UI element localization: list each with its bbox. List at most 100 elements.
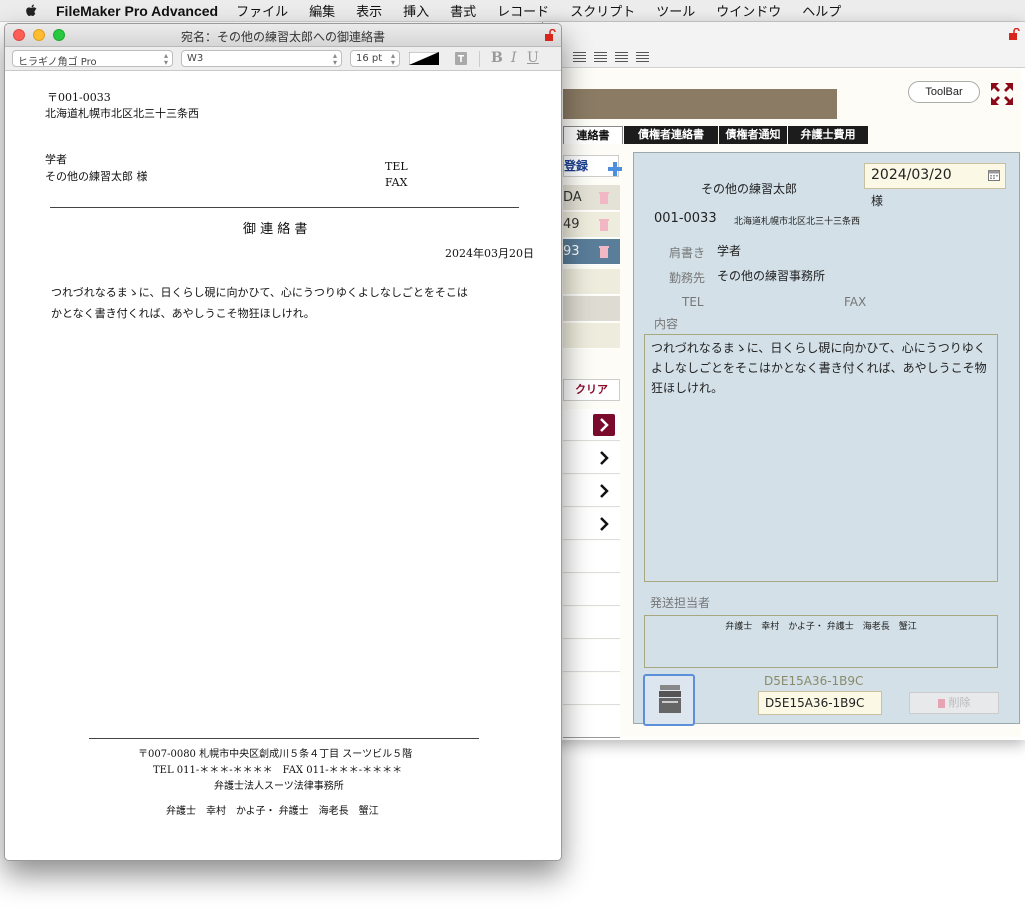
tab-contact-letter[interactable]: 連絡書 bbox=[563, 126, 623, 144]
bold-button[interactable]: B bbox=[491, 50, 503, 66]
postal-code[interactable]: 001-0033 bbox=[654, 211, 717, 226]
size-select[interactable]: 16 pt ▴ ▾ bbox=[350, 50, 400, 67]
register-button[interactable]: 登録 bbox=[563, 155, 622, 177]
chevron-right-icon[interactable] bbox=[593, 513, 615, 535]
font-value: ヒラギノ角ゴ Pro bbox=[18, 57, 97, 68]
chevron-right-icon[interactable] bbox=[593, 414, 615, 436]
style-select[interactable]: W3 ▴ ▾ bbox=[181, 50, 342, 67]
record-id-field[interactable]: D5E15A36-1B9C bbox=[758, 691, 882, 715]
nav-row[interactable] bbox=[563, 574, 620, 606]
nav-row[interactable] bbox=[563, 442, 620, 474]
tab-creditor-letter[interactable]: 債権者連絡書 bbox=[624, 126, 718, 144]
clear-button[interactable]: クリア bbox=[563, 379, 620, 401]
align-justify-icon[interactable] bbox=[636, 52, 649, 62]
nav-row[interactable] bbox=[563, 508, 620, 540]
trash-icon[interactable] bbox=[599, 219, 609, 231]
nav-row[interactable] bbox=[563, 475, 620, 507]
date-field[interactable]: 2024/03/20 bbox=[864, 163, 1006, 189]
delete-label: 削除 bbox=[948, 696, 971, 709]
expand-icon[interactable] bbox=[989, 81, 1015, 107]
trash-icon[interactable] bbox=[599, 192, 609, 204]
align-left-icon[interactable] bbox=[573, 52, 586, 62]
color-swatch-icon[interactable] bbox=[409, 52, 439, 65]
nav-row[interactable] bbox=[563, 706, 620, 738]
workplace-label: 勤務先 bbox=[669, 271, 706, 285]
menu-window[interactable]: ウインドウ bbox=[716, 1, 781, 20]
stepper-icon: ▴ ▾ bbox=[163, 51, 168, 67]
lock-icon[interactable] bbox=[1008, 28, 1020, 40]
nav-row[interactable] bbox=[563, 640, 620, 672]
menu-format[interactable]: 書式 bbox=[450, 1, 476, 20]
copier-button[interactable] bbox=[643, 674, 695, 726]
sender-lawyers: 弁護士 幸村 かよ子・ 弁護士 海老長 蟹江 bbox=[166, 806, 379, 817]
list-item[interactable] bbox=[563, 323, 620, 349]
align-buttons bbox=[573, 52, 649, 62]
text-tool-icon[interactable] bbox=[455, 52, 467, 65]
recipient-name[interactable]: その他の練習太郎 bbox=[701, 180, 797, 197]
trash-icon[interactable] bbox=[599, 246, 609, 258]
font-select[interactable]: ヒラギノ角ゴ Pro ▴ ▾ bbox=[12, 50, 173, 68]
trash-icon bbox=[937, 698, 945, 708]
chevron-right-icon[interactable] bbox=[593, 447, 615, 469]
detail-panel: その他の練習太郎 2024/03/20 様 001-0033 北海道札幌市北区北… bbox=[633, 152, 1020, 726]
window-titlebar[interactable]: 宛名：その他の練習太郎への御連絡書 bbox=[5, 24, 561, 47]
title-label: 肩書き bbox=[669, 246, 706, 260]
register-label: 登録 bbox=[564, 159, 589, 173]
record-list: 登録 DA 49 93 クリア bbox=[563, 151, 622, 738]
list-item[interactable] bbox=[563, 269, 620, 295]
menu-help[interactable]: ヘルプ bbox=[802, 1, 841, 20]
address[interactable]: 北海道札幌市北区北三十三条西 bbox=[734, 214, 860, 227]
toolbar-button[interactable]: ToolBar bbox=[908, 81, 980, 103]
format-bar: ヒラギノ角ゴ Pro ▴ ▾ W3 ▴ ▾ 16 pt ▴ ▾ B I U bbox=[5, 47, 561, 71]
menu-tools[interactable]: ツール bbox=[656, 1, 695, 20]
recipient-address: 北海道札幌市北区北三十三条西 bbox=[45, 107, 199, 120]
nav-row[interactable] bbox=[563, 607, 620, 639]
menu-records[interactable]: レコード bbox=[497, 1, 549, 20]
format-toolbar bbox=[543, 22, 1025, 68]
underline-button[interactable]: U bbox=[527, 50, 539, 66]
plus-icon bbox=[608, 162, 622, 176]
menu-bar: FileMaker Pro Advanced ファイル 編集 表示 挿入 書式 … bbox=[0, 0, 1025, 22]
menu-view[interactable]: 表示 bbox=[356, 1, 382, 20]
copier-icon bbox=[659, 685, 681, 713]
align-right-icon[interactable] bbox=[615, 52, 628, 62]
divider bbox=[89, 738, 479, 739]
delete-button[interactable]: 削除 bbox=[909, 692, 999, 714]
list-item[interactable]: 49 bbox=[563, 212, 620, 238]
letter-heading: 御 連 絡 書 bbox=[243, 222, 308, 237]
workplace-value[interactable]: その他の練習事務所 bbox=[717, 267, 825, 284]
align-center-icon[interactable] bbox=[594, 52, 607, 62]
style-value: W3 bbox=[187, 53, 204, 64]
recipient-title: 学者 bbox=[45, 153, 67, 166]
lock-icon[interactable] bbox=[544, 29, 556, 41]
divider bbox=[479, 51, 480, 67]
size-value: 16 pt bbox=[356, 53, 383, 64]
menu-edit[interactable]: 編集 bbox=[309, 1, 335, 20]
fax-label: FAX bbox=[385, 176, 408, 189]
title-value[interactable]: 学者 bbox=[717, 242, 741, 259]
italic-button[interactable]: I bbox=[511, 50, 517, 66]
content-field[interactable]: つれづれなるまゝに、日くらし硯に向かひて、心にうつりゆくよしなしごとをそこはかと… bbox=[644, 334, 998, 582]
sama-label: 様 bbox=[871, 194, 884, 208]
sender-label: 発送担当者 bbox=[650, 596, 711, 610]
sender-field[interactable]: 弁護士 幸村 かよ子・ 弁護士 海老長 蟹江 bbox=[644, 615, 998, 668]
menu-file[interactable]: ファイル bbox=[236, 1, 288, 20]
nav-row[interactable] bbox=[563, 409, 620, 441]
letter-body-line: かとなく書き付くれば、あやしうこそ物狂ほしけれ。 bbox=[51, 307, 315, 320]
tab-creditor-notice[interactable]: 債権者通知 bbox=[719, 126, 787, 144]
app-name[interactable]: FileMaker Pro Advanced bbox=[56, 3, 218, 19]
calendar-icon[interactable] bbox=[988, 169, 1000, 181]
nav-row[interactable] bbox=[563, 673, 620, 705]
chevron-right-icon[interactable] bbox=[593, 480, 615, 502]
menu-scripts[interactable]: スクリプト bbox=[570, 1, 635, 20]
tab-lawyer-fees[interactable]: 弁護士費用 bbox=[788, 126, 868, 144]
apple-icon[interactable] bbox=[22, 4, 40, 18]
menu-insert[interactable]: 挿入 bbox=[403, 1, 429, 20]
letter-document: 〒001-0033 北海道札幌市北区北三十三条西 学者 その他の練習太郎 様 T… bbox=[5, 72, 561, 860]
list-item[interactable] bbox=[563, 296, 620, 322]
nav-row[interactable] bbox=[563, 541, 620, 573]
fax-label: FAX bbox=[844, 295, 867, 309]
list-item[interactable]: DA bbox=[563, 185, 620, 211]
main-window: ToolBar 連絡書 債権者連絡書 債権者通知 弁護士費用 登録 DA 49 … bbox=[542, 22, 1025, 740]
list-item-selected[interactable]: 93 bbox=[563, 239, 620, 265]
